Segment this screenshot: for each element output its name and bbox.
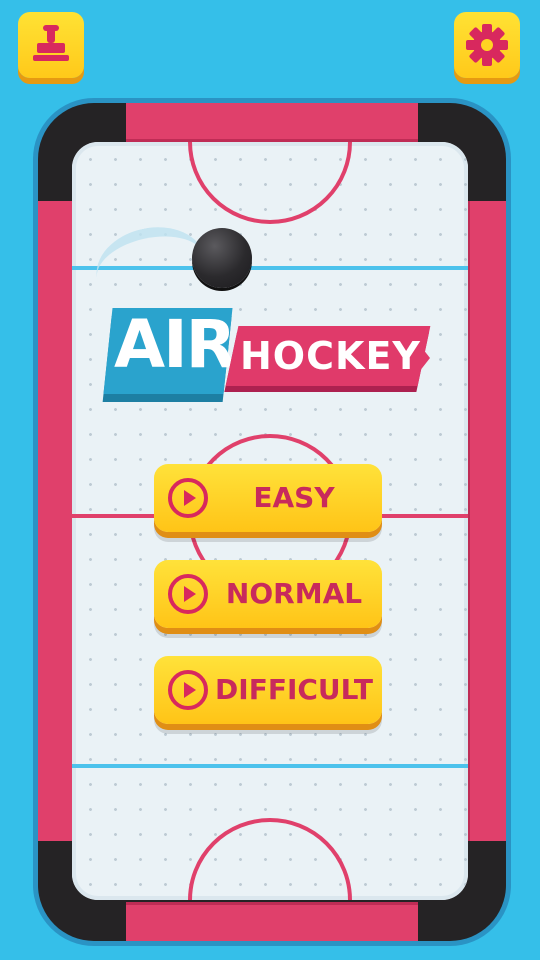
normal-button[interactable]: NORMAL [154, 560, 382, 628]
normal-label: NORMAL [225, 577, 363, 610]
profile-button[interactable] [18, 12, 84, 78]
difficult-label: DIFFICULT [215, 673, 373, 706]
bottom-blue-line [72, 764, 468, 768]
difficult-button[interactable]: DIFFICULT [154, 656, 382, 724]
play-icon [168, 670, 208, 710]
top-goal-crease [188, 142, 352, 224]
table-rail-right [467, 201, 506, 841]
play-icon [168, 574, 208, 614]
easy-button[interactable]: EASY [154, 464, 382, 532]
gear-icon [466, 24, 508, 66]
logo-word-hockey: HOCKEY [240, 334, 421, 378]
table-rail-bottom [126, 902, 418, 941]
puck [192, 228, 252, 288]
bottom-goal-crease [188, 818, 352, 900]
easy-label: EASY [253, 481, 335, 514]
play-icon [168, 478, 208, 518]
logo-word-air: AIR [114, 306, 236, 383]
settings-button[interactable] [454, 12, 520, 78]
stamp-icon [33, 25, 69, 61]
table-rail-top [126, 103, 418, 142]
